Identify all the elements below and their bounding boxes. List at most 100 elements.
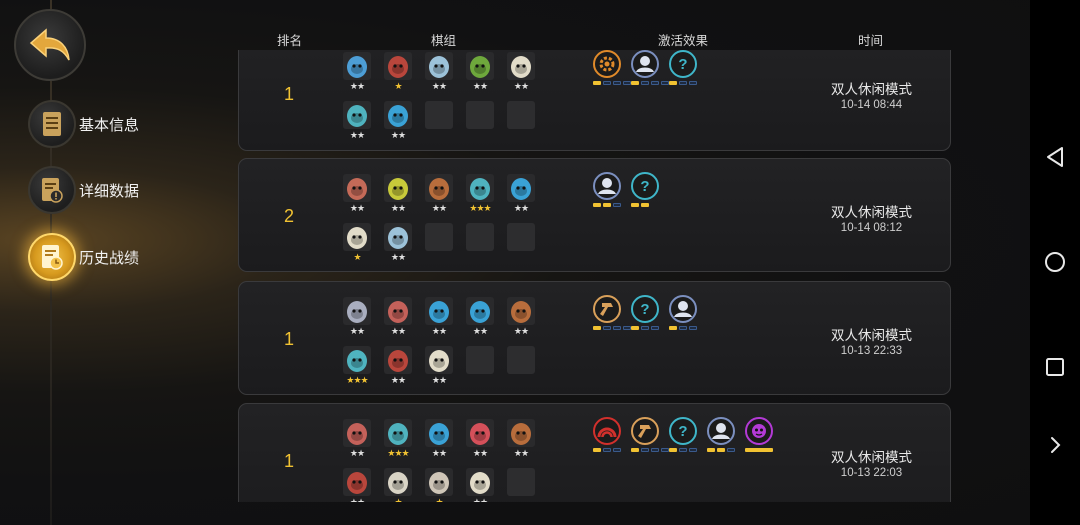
sidebar-item-label: 详细数据 [79, 182, 140, 200]
document-icon [28, 100, 76, 148]
avatar-icon[interactable] [669, 295, 697, 323]
effect-level-bar [593, 203, 621, 207]
question-icon[interactable]: ? [669, 417, 697, 445]
star-level: ★★ [390, 203, 406, 213]
hammer-icon[interactable] [593, 295, 621, 323]
chess-piece-portrait[interactable] [384, 346, 412, 374]
star-level: ★★ [513, 326, 529, 336]
chess-piece-portrait[interactable] [343, 419, 371, 447]
game-mode: 双人休闲模式 [831, 205, 912, 220]
match-time: 10-13 22:33 [840, 345, 903, 357]
star-level: ★★ [431, 326, 447, 336]
star-level: ★★ [431, 203, 447, 213]
star-level: ★★★ [346, 375, 368, 385]
mode-time: 双人休闲模式 10-14 08:44 [799, 78, 944, 111]
avatar-icon[interactable] [707, 417, 735, 445]
effect-level-bar [593, 81, 631, 85]
sidebar-item-basic-info[interactable]: 基本信息 [28, 100, 228, 148]
chess-piece-portrait[interactable] [466, 419, 494, 447]
sidebar-item-label: 历史战绩 [79, 249, 140, 267]
chess-piece-portrait[interactable] [507, 174, 535, 202]
chess-piece-portrait[interactable] [425, 419, 453, 447]
star-level: ★★ [472, 497, 488, 502]
sidebar-item-detailed-data[interactable]: 详细数据 [28, 166, 228, 214]
star-level: ★★ [390, 252, 406, 262]
star-level: ★★ [472, 326, 488, 336]
history-document-icon [28, 233, 76, 281]
back-arrow-icon [29, 28, 70, 61]
chess-piece-portrait[interactable] [466, 52, 494, 80]
star-level: ★★ [513, 203, 529, 213]
star-level: ★★ [349, 448, 365, 458]
question-icon[interactable]: ? [631, 172, 659, 200]
match-card[interactable]: 2 ★★ ★★ ★★ ★★★ ★★ ★ ★★ ? 双人休闲模式 10-14 08:12 [238, 158, 951, 272]
gear-icon[interactable] [593, 50, 621, 78]
chess-piece-portrait[interactable] [507, 297, 535, 325]
svg-text:?: ? [678, 423, 687, 440]
hammer-icon[interactable] [631, 417, 659, 445]
chess-piece-portrait[interactable] [384, 223, 412, 251]
chess-piece-portrait[interactable] [466, 174, 494, 202]
effect-level-bar [631, 203, 649, 207]
rank-value: 1 [283, 451, 294, 471]
chess-piece-portrait[interactable] [466, 468, 494, 496]
chess-piece-portrait[interactable] [425, 346, 453, 374]
question-icon[interactable]: ? [669, 50, 697, 78]
nav-recents-button[interactable] [1030, 347, 1080, 387]
empty-piece-slot [466, 223, 494, 251]
chess-piece-portrait[interactable] [343, 52, 371, 80]
chess-piece-portrait[interactable] [425, 52, 453, 80]
chess-piece-portrait[interactable] [384, 297, 412, 325]
chess-piece-portrait[interactable] [466, 297, 494, 325]
chess-piece-portrait[interactable] [507, 52, 535, 80]
star-level: ★★★ [387, 448, 409, 458]
svg-text:?: ? [640, 178, 649, 195]
match-card[interactable]: 1 ★★ ★★★ ★★ ★★ ★★ ★★ ★ ★ ★★ ? 双人休闲模式 10-13 22:03 [238, 403, 951, 502]
chess-piece-portrait[interactable] [384, 101, 412, 129]
star-level: ★★ [513, 81, 529, 91]
star-level: ★★ [349, 326, 365, 336]
star-level: ★ [353, 252, 361, 262]
header-effects: 激活效果 [658, 34, 709, 48]
chess-piece-portrait[interactable] [343, 174, 371, 202]
chess-piece-portrait[interactable] [343, 101, 371, 129]
back-button[interactable] [14, 9, 86, 81]
star-level: ★★ [390, 130, 406, 140]
chess-piece-portrait[interactable] [343, 468, 371, 496]
chess-piece-portrait[interactable] [384, 468, 412, 496]
chess-piece-portrait[interactable] [343, 346, 371, 374]
avatar-icon[interactable] [593, 172, 621, 200]
sidebar-item-match-history[interactable]: 历史战绩 [28, 233, 228, 281]
star-level: ★ [435, 497, 443, 502]
chess-piece-portrait[interactable] [425, 297, 453, 325]
match-time: 10-14 08:12 [840, 222, 903, 234]
chess-piece-portrait[interactable] [343, 223, 371, 251]
effect-level-bar [669, 448, 697, 452]
chess-piece-portrait[interactable] [384, 419, 412, 447]
chess-piece-portrait[interactable] [384, 174, 412, 202]
arch-icon[interactable] [593, 417, 621, 445]
empty-piece-slot [507, 101, 535, 129]
star-level: ★★ [390, 326, 406, 336]
chess-piece-portrait[interactable] [425, 174, 453, 202]
stats-document-icon [28, 166, 76, 214]
rank-value: 1 [283, 329, 294, 349]
effect-level-bar [669, 81, 697, 85]
nav-home-button[interactable] [1030, 242, 1080, 282]
chess-piece-portrait[interactable] [343, 297, 371, 325]
star-level: ★★ [349, 130, 365, 140]
demon-icon[interactable] [745, 417, 773, 445]
star-level: ★★ [349, 81, 365, 91]
nav-back-button[interactable] [1030, 137, 1080, 177]
nav-expand-button[interactable] [1030, 425, 1080, 465]
avatar-icon[interactable] [631, 50, 659, 78]
star-level: ★★ [472, 81, 488, 91]
effect-level-bar [669, 326, 697, 330]
match-card[interactable]: 1 ★★ ★ ★★ ★★ ★★ ★★ ★★ ? 双人休闲模式 10-14 08:44 [238, 50, 951, 151]
chess-piece-portrait[interactable] [384, 52, 412, 80]
chess-piece-portrait[interactable] [425, 468, 453, 496]
match-card[interactable]: 1 ★★ ★★ ★★ ★★ ★★ ★★★ ★★ ★★ ? 双人休闲模式 10-13 22:33 [238, 281, 951, 395]
question-icon[interactable]: ? [631, 295, 659, 323]
match-history-list[interactable]: 1 ★★ ★ ★★ ★★ ★★ ★★ ★★ ? 双人休闲模式 10-14 08:44 2 ★… [238, 50, 952, 502]
chess-piece-portrait[interactable] [507, 419, 535, 447]
